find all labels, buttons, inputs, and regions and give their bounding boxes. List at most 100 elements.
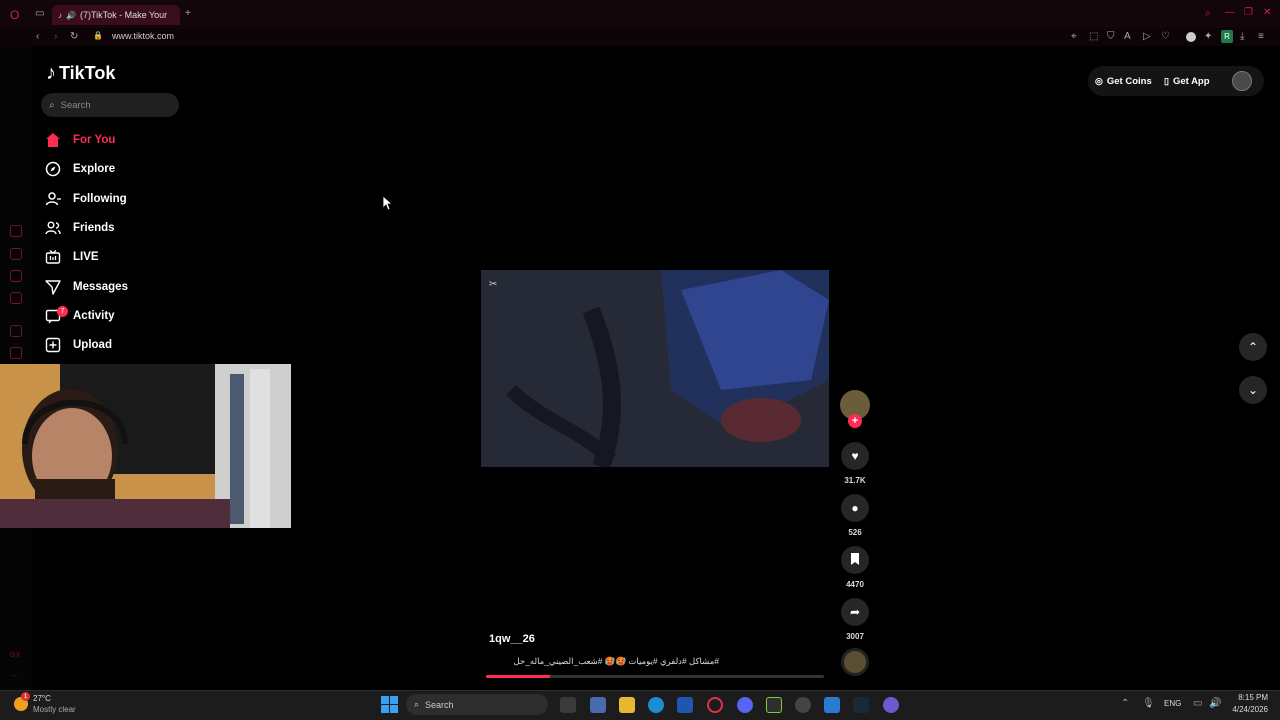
close-icon[interactable]: ✕ — [1263, 7, 1271, 18]
heart-icon[interactable]: ♡ — [1161, 31, 1170, 42]
comment-icon: ● — [851, 501, 859, 515]
capcut-icon: ✂ — [489, 279, 498, 290]
nav-for-you[interactable]: For You — [44, 129, 115, 151]
start-windows-icon[interactable] — [381, 696, 398, 713]
translate-icon[interactable]: A — [1124, 31, 1131, 42]
back-icon[interactable]: ‹ — [36, 31, 39, 42]
tray-chevron-up-icon[interactable]: ⌃ — [1121, 698, 1129, 709]
get-coins-label: Get Coins — [1106, 75, 1152, 87]
bookmark-icon — [850, 552, 860, 568]
download-icon[interactable]: ⤓ — [1240, 31, 1244, 42]
search-icon: ⌕ — [49, 99, 55, 111]
follow-plus-icon[interactable]: + — [848, 414, 862, 428]
sidebar-app-icon[interactable] — [10, 292, 22, 304]
minimize-icon[interactable]: — — [1225, 7, 1235, 18]
more-icon[interactable]: ··· — [11, 670, 20, 680]
new-tab-icon[interactable]: + — [185, 8, 191, 19]
nav-upload[interactable]: Upload — [44, 334, 112, 356]
chevron-up-icon: ⌃ — [1247, 340, 1259, 354]
nav-explore[interactable]: Explore — [44, 158, 115, 180]
profile-icon[interactable]: R — [1221, 30, 1233, 43]
search-tabs-icon[interactable]: ⌕ — [1205, 8, 1211, 19]
save-count: 4470 — [846, 580, 864, 589]
taskbar-app-icon[interactable] — [590, 697, 606, 713]
nav-label: LIVE — [73, 251, 99, 263]
obs-icon[interactable] — [795, 697, 811, 713]
chevron-down-icon: ⌄ — [1247, 383, 1259, 397]
profile-avatar[interactable] — [1232, 71, 1252, 91]
pin-icon[interactable]: ⌖ — [1071, 31, 1077, 42]
sidebar-app-icon[interactable] — [10, 225, 22, 237]
store-icon[interactable] — [677, 697, 693, 713]
nav-following[interactable]: Following — [44, 188, 127, 210]
taskbar-search[interactable]: ⌕ Search — [406, 694, 548, 715]
share-count: 3007 — [846, 632, 864, 641]
speaker-icon[interactable]: 🔊 — [66, 11, 76, 20]
sidebar-app-icon[interactable] — [10, 270, 22, 282]
music-disc[interactable] — [841, 648, 869, 676]
save-button[interactable] — [841, 546, 869, 574]
video-player[interactable] — [481, 270, 829, 467]
opera-logo-icon[interactable]: O — [10, 8, 19, 22]
video-username[interactable]: 1qw__26 — [489, 633, 535, 645]
play-icon[interactable]: ▷ — [1143, 31, 1151, 42]
taskbar-app-icon[interactable] — [883, 697, 899, 713]
sidebar-app-icon[interactable] — [10, 248, 22, 260]
nav-friends[interactable]: Friends — [44, 217, 115, 239]
nav-label: For You — [73, 134, 116, 146]
search-input[interactable]: ⌕ Search — [41, 93, 179, 117]
share-button[interactable]: ➦ — [841, 598, 869, 626]
video-progress-fill — [486, 675, 551, 678]
network-icon[interactable]: ▭ — [1193, 698, 1202, 709]
tab-workspace-icon[interactable]: ▭ — [35, 8, 44, 19]
home-icon — [44, 132, 61, 149]
clock-time[interactable]: 8:15 PM — [1228, 693, 1268, 702]
snapshot-icon[interactable]: ⬚ — [1089, 31, 1098, 42]
mouse-cursor-icon — [382, 195, 394, 215]
search-icon: ⌕ — [414, 699, 420, 709]
maximize-icon[interactable]: ❐ — [1244, 7, 1253, 18]
share-icon: ➦ — [849, 605, 861, 619]
get-app-button[interactable]: ▯ Get App — [1164, 72, 1224, 90]
weather-badge: 1 — [21, 692, 30, 701]
tiktok-logo[interactable]: ♪ TikTok — [46, 62, 115, 85]
tab-tiktok[interactable]: ♪ 🔊 (7)TikTok - Make Your — [52, 5, 180, 25]
steam-icon[interactable] — [853, 697, 869, 713]
weather-condition[interactable]: Mostly clear — [33, 705, 76, 714]
weather-temperature[interactable]: 27°C — [33, 694, 51, 703]
previous-video-button[interactable]: ⌃ — [1239, 333, 1267, 361]
taskbar-app-icon[interactable] — [824, 697, 840, 713]
sidebar-app-icon[interactable] — [10, 347, 22, 359]
task-view-icon[interactable] — [560, 697, 576, 713]
next-video-button[interactable]: ⌄ — [1239, 376, 1267, 404]
clock-date[interactable]: 4/24/2026 — [1220, 705, 1268, 714]
video-caption[interactable]: #مشاكل #دلفري #يوميات 🥵🥵 #شعب_الصيني_مال… — [489, 656, 720, 667]
discord-icon[interactable] — [737, 697, 753, 713]
url-field[interactable]: www.tiktok.com — [112, 31, 174, 41]
extensions-icon[interactable]: ✦ — [1204, 31, 1212, 42]
microphone-icon[interactable]: 🎙 — [1142, 698, 1155, 709]
get-coins-button[interactable]: ◎ Get Coins — [1095, 72, 1162, 90]
reload-icon[interactable]: ↻ — [70, 31, 78, 42]
like-button[interactable]: ♥ — [841, 442, 869, 470]
tiktok-note-icon: ♪ — [46, 62, 56, 84]
opera-gx-icon[interactable] — [707, 697, 723, 713]
comment-button[interactable]: ● — [841, 494, 869, 522]
nav-live[interactable]: LIVE — [44, 246, 99, 268]
browser-tab-bar — [0, 0, 1280, 28]
menu-icon[interactable]: ≡ — [1258, 31, 1264, 42]
file-explorer-icon[interactable] — [619, 697, 635, 713]
nav-activity[interactable]: Activity — [44, 305, 115, 327]
language-indicator[interactable]: ENG — [1164, 699, 1181, 708]
forward-icon[interactable]: › — [54, 31, 57, 42]
nvidia-icon[interactable] — [766, 697, 782, 713]
lock-icon[interactable]: 🔒 — [93, 31, 103, 40]
shield-icon[interactable]: ⛉ — [1107, 31, 1115, 42]
vpn-icon[interactable] — [1186, 32, 1196, 42]
edge-icon[interactable] — [648, 697, 664, 713]
nav-label: Explore — [73, 163, 116, 175]
nav-messages[interactable]: Messages — [44, 276, 128, 298]
gx-icon[interactable]: GX — [10, 652, 20, 659]
heart-icon: ♥ — [851, 449, 859, 463]
sidebar-app-icon[interactable] — [10, 325, 22, 337]
